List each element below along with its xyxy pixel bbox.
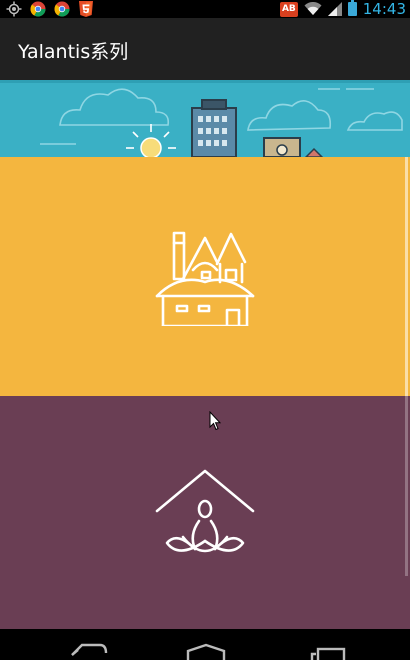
html5-icon xyxy=(79,1,93,17)
meditation-house-icon xyxy=(155,469,255,553)
scrollbar-track xyxy=(405,396,408,576)
app-title: Yalantis系列 xyxy=(18,41,129,63)
mouse-cursor-icon xyxy=(209,411,221,431)
ab-badge: AB xyxy=(279,1,298,17)
list-item-house[interactable] xyxy=(0,157,410,396)
chrome-icon xyxy=(30,1,46,17)
navigation-bar xyxy=(0,629,410,660)
location-icon xyxy=(6,1,22,17)
status-clock: 14:43 xyxy=(362,0,406,18)
notification-icons xyxy=(6,1,94,17)
wifi-icon xyxy=(304,2,322,15)
home-button[interactable] xyxy=(184,629,228,660)
back-button[interactable] xyxy=(64,629,108,660)
item-list[interactable] xyxy=(0,80,410,629)
signal-icon xyxy=(327,2,342,16)
battery-icon xyxy=(347,0,357,16)
house-icon xyxy=(155,231,255,326)
list-item-meditation[interactable] xyxy=(0,396,410,629)
status-bar: AB 14:43 xyxy=(0,0,410,18)
action-bar: Yalantis系列 xyxy=(0,18,410,80)
city-skyline-icon xyxy=(0,80,410,159)
scrollbar[interactable] xyxy=(405,157,408,396)
list-item-city[interactable] xyxy=(0,80,410,159)
chrome-icon xyxy=(54,1,70,17)
recents-button[interactable] xyxy=(304,629,348,660)
system-status: AB 14:43 xyxy=(279,0,406,18)
